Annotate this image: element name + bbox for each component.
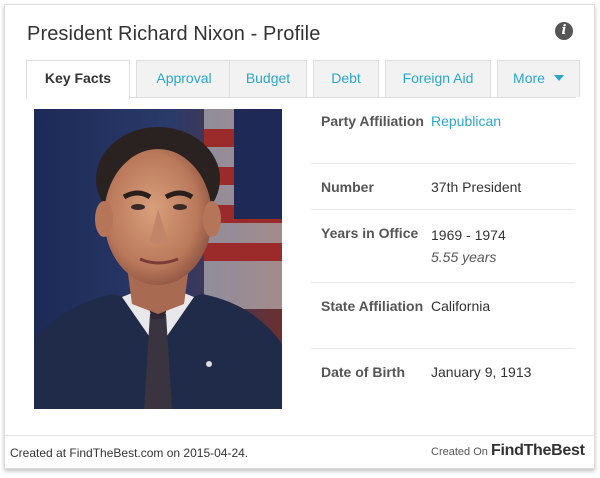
fact-label: Party Affiliation xyxy=(321,113,424,129)
info-icon[interactable]: i xyxy=(555,22,573,40)
tab-approval[interactable]: Approval xyxy=(136,60,232,97)
brand-logo[interactable]: FindTheBest xyxy=(491,442,585,460)
fact-sub-value: 5.55 years xyxy=(431,249,497,265)
tab-label: Key Facts xyxy=(44,70,112,86)
footer-created-text: Created at FindTheBest.com on 2015-04-24… xyxy=(10,446,249,460)
footer-created-on: Created On xyxy=(431,446,488,458)
fact-value: 37th President xyxy=(431,179,522,195)
fact-row-party: Party Affiliation Republican xyxy=(311,98,575,164)
profile-widget: President Richard Nixon - Profile i Key … xyxy=(4,4,595,469)
tab-label: Debt xyxy=(331,70,361,86)
fact-row-dob: Date of Birth January 9, 1913 xyxy=(311,349,575,395)
tab-budget[interactable]: Budget xyxy=(229,60,307,97)
fact-row-state: State Affiliation California xyxy=(311,283,575,349)
page-title: President Richard Nixon - Profile xyxy=(27,23,321,45)
facts-table: Party Affiliation Republican Number 37th… xyxy=(311,98,575,395)
fact-value: California xyxy=(431,298,491,314)
tab-foreign-aid[interactable]: Foreign Aid xyxy=(385,60,491,97)
tab-debt[interactable]: Debt xyxy=(313,60,379,97)
portrait-photo xyxy=(34,109,282,409)
fact-label: Number xyxy=(321,179,374,195)
fact-value-link[interactable]: Republican xyxy=(431,112,501,131)
tab-bar: Key Facts Approval Budget Debt Foreign A… xyxy=(26,60,580,99)
fact-label: State Affiliation xyxy=(321,298,424,314)
fact-row-number: Number 37th President xyxy=(311,164,575,210)
fact-label: Date of Birth xyxy=(321,364,405,380)
tab-more[interactable]: More xyxy=(497,60,580,97)
footer-divider xyxy=(5,435,594,436)
fact-label: Years in Office xyxy=(321,225,419,241)
caret-down-icon xyxy=(553,75,564,81)
tab-label: Foreign Aid xyxy=(402,70,474,86)
tab-label: Approval xyxy=(156,70,212,86)
fact-value: January 9, 1913 xyxy=(431,364,532,380)
tab-label: More xyxy=(513,70,545,86)
fact-value: 1969 - 1974 xyxy=(431,227,506,243)
tab-label: Budget xyxy=(245,70,291,86)
tab-key-facts[interactable]: Key Facts xyxy=(26,60,130,99)
fact-row-years: Years in Office 1969 - 1974 5.55 years xyxy=(311,210,575,283)
